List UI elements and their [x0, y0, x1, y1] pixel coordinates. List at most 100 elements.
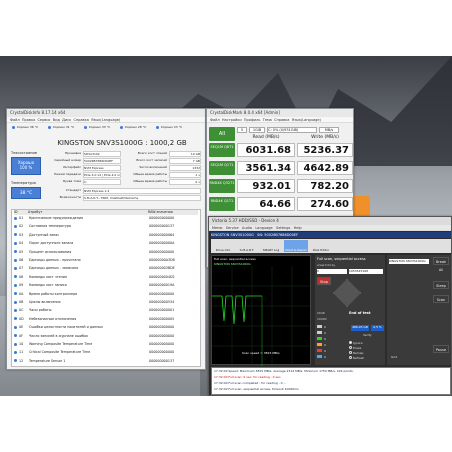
- menu-item[interactable]: Справка: [274, 118, 289, 122]
- scan-controls: Full scan, sequential access www.hdd.by …: [315, 255, 385, 365]
- menu-item[interactable]: Справка: [73, 118, 88, 122]
- smart-row[interactable]: 03 Доступный запас 000000000064: [14, 233, 198, 238]
- smart-row[interactable]: 0B Циклы включения 000000000534: [14, 300, 198, 305]
- direction-dpad[interactable]: [333, 279, 361, 307]
- status-dot-icon: [14, 250, 17, 254]
- menu-item[interactable]: Language: [255, 226, 272, 230]
- test-button-seq1m-q1t1[interactable]: SEQ1M Q1T1: [209, 161, 235, 175]
- test-button-rnd4k-q1t1[interactable]: RND4K Q1T1: [209, 197, 235, 211]
- repair-option[interactable]: Refresh: [349, 356, 383, 361]
- smart-tab[interactable]: S.M.A.R.T.: [236, 240, 258, 252]
- smart-row[interactable]: 0D Небезопасные отключения 000000000005: [14, 317, 198, 322]
- drive-tab[interactable]: Хорошо 31 °C: [47, 125, 75, 137]
- stop-button[interactable]: Stop: [317, 277, 331, 285]
- grid-toggle[interactable]: Grid: [391, 355, 397, 359]
- smart-id: 0F: [19, 333, 23, 338]
- smart-row[interactable]: 02 Составная температура 000000000137: [14, 224, 198, 229]
- drive-serial: SN: 50026B7686D00EF: [257, 233, 299, 237]
- smart-row[interactable]: 0E Ошибки целостности носителей и данных 0…: [14, 325, 198, 330]
- test-button-rnd4k-q32t1[interactable]: RND4K Q32T1: [209, 179, 235, 193]
- smart-row[interactable]: 08 Команды хост чтения 0000000004D2: [14, 275, 198, 280]
- smart-row[interactable]: 0A Время работы контроллера 000000000000: [14, 292, 198, 297]
- smart-row[interactable]: 04 Порог доступного запаса 00000000000A: [14, 241, 198, 246]
- smart-raw: 00000000000A: [149, 241, 175, 246]
- status-dot-icon: [14, 241, 17, 245]
- drive-tab[interactable]: Хорошо 28 °C: [119, 125, 147, 137]
- smart-raw: 000000000137: [149, 224, 175, 229]
- unit-select[interactable]: MB/s: [319, 127, 339, 133]
- scan-speed: Scan speed = 3815 MB/s: [242, 351, 280, 355]
- menu-item[interactable]: Язык(Language): [292, 118, 321, 122]
- chart-repair-tab[interactable]: Chart & Repair: [284, 240, 308, 252]
- runs-select[interactable]: 5: [237, 127, 247, 133]
- verify-option[interactable]: Verify: [363, 333, 372, 337]
- menu-item[interactable]: Профиль: [244, 118, 261, 122]
- write-value: 782.20: [297, 179, 353, 193]
- smart-row[interactable]: 05 Процент использования 000000000000: [14, 250, 198, 255]
- size-select[interactable]: 1GiB: [249, 127, 265, 133]
- smart-id: 10: [19, 342, 24, 346]
- drive-tab[interactable]: Хорошо 23 °C: [155, 125, 183, 137]
- scan-button[interactable]: Scan: [433, 295, 449, 303]
- menu-item[interactable]: Меню: [212, 226, 222, 230]
- disk-editor-tab[interactable]: Disk Editor: [310, 240, 332, 252]
- smart-row[interactable]: 0C Часы работы 000000000001: [14, 308, 198, 313]
- drive-tab[interactable]: Хорошо 36 °C: [11, 125, 39, 137]
- menu-item[interactable]: Help: [294, 226, 302, 230]
- menu-item[interactable]: Тема: [263, 118, 272, 122]
- menu-item[interactable]: Audio: [242, 226, 252, 230]
- status-dot-icon: [14, 325, 17, 329]
- pause-button[interactable]: Pause: [433, 345, 449, 353]
- smart-row[interactable]: 12 Temperature Sensor 1 000000000137: [14, 359, 198, 364]
- smart-id: 09: [19, 283, 24, 288]
- menu-item[interactable]: Сервис: [37, 118, 50, 122]
- smart-attribute: Время работы контроллера: [29, 291, 78, 296]
- menu-item[interactable]: Язык(Language): [91, 118, 120, 122]
- lba-end-input[interactable]: 1953525168: [349, 269, 383, 274]
- menu-item[interactable]: Файл: [10, 118, 20, 122]
- info-label: Интерфейс: [63, 165, 81, 169]
- info-value: S.M.A.R.T., TRIM, VolatileWriteCache: [83, 195, 201, 201]
- menu-item[interactable]: Service: [226, 226, 239, 230]
- status-dot-icon: [14, 224, 17, 228]
- smart-row[interactable]: 01 Критические предупреждения 000000000000: [14, 216, 198, 221]
- all-button[interactable]: All: [209, 127, 235, 141]
- smart-row[interactable]: 06 Единицы данных - прочитано 00000000A3D8: [14, 258, 198, 263]
- info-value: SDVA3102: [83, 151, 121, 157]
- drive-info-tab[interactable]: Drive info: [212, 240, 234, 252]
- smart-attribute: Temperature Sensor 1: [29, 358, 66, 363]
- smart-row[interactable]: 10 Warning Composite Temperature Time 0000…: [14, 342, 198, 347]
- status-dot-icon: [14, 308, 17, 312]
- status-dot-icon: [14, 216, 17, 220]
- smart-row[interactable]: 07 Единицы данных - записано 000000003BDE: [14, 266, 198, 271]
- smart-row[interactable]: 0F Число записей в журнале ошибок 00000000…: [14, 334, 198, 339]
- menu-item[interactable]: Настройки: [222, 118, 242, 122]
- drive-tab[interactable]: Хорошо 33 °C: [83, 125, 111, 137]
- site-link[interactable]: www.hdd.by: [317, 263, 335, 267]
- smart-raw: 000000000000: [149, 291, 175, 296]
- smart-id: 03: [19, 232, 24, 237]
- menu-bar: Файл Настройки Профиль Тема Справка Язык…: [207, 117, 353, 123]
- smart-attribute: Warning Composite Temperature Time: [29, 342, 93, 346]
- menu-item[interactable]: Файл: [210, 118, 220, 122]
- smart-raw: 0000000004D2: [149, 274, 175, 279]
- smart-id: 11: [19, 350, 24, 355]
- smart-id: 0A: [19, 291, 24, 296]
- drive-select[interactable]: C: 0% (0/931GiB): [267, 127, 317, 133]
- sleep-button[interactable]: Sleep: [433, 281, 449, 289]
- menu-item[interactable]: Правка: [22, 118, 35, 122]
- menu-item[interactable]: Вид: [53, 118, 60, 122]
- lba-start-input[interactable]: 0: [317, 269, 347, 274]
- drive-serial-field: KINGSTON SNV3S1000G: [389, 259, 429, 264]
- smart-log-tab[interactable]: SMART Log: [260, 240, 282, 252]
- info-label: Общее время работы: [133, 179, 167, 183]
- smart-id: 06: [19, 258, 24, 262]
- smart-id: 02: [19, 224, 24, 229]
- info-label: Буква тома: [63, 179, 81, 183]
- break-all-button[interactable]: Break All: [433, 257, 449, 272]
- test-button-seq1m-q8t1[interactable]: SEQ1M Q8T1: [209, 143, 235, 157]
- menu-item[interactable]: Диск: [62, 118, 71, 122]
- smart-row[interactable]: 09 Команды хост записи 00000000019A: [14, 283, 198, 288]
- menu-item[interactable]: Settings: [276, 226, 290, 230]
- smart-row[interactable]: 11 Critical Composite Temperature Time 000…: [14, 350, 198, 355]
